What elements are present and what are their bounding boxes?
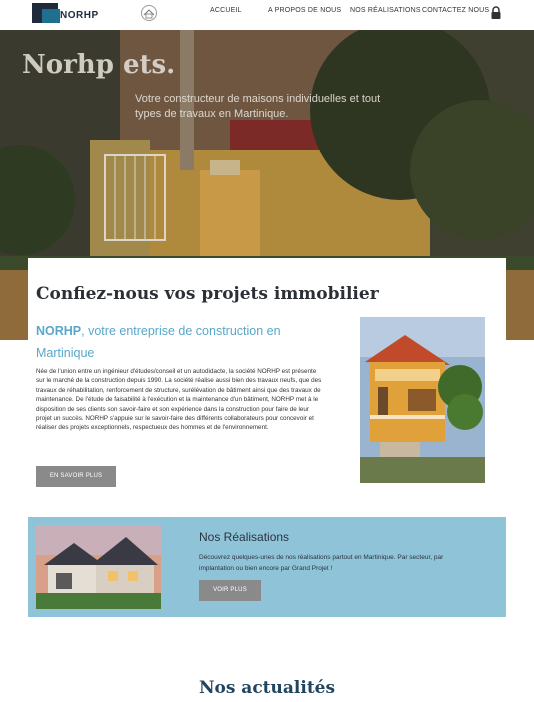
learn-more-button[interactable]: EN SAVOIR PLUS [36,466,116,487]
realisations-title: Nos Réalisations [199,530,290,544]
hero-title: Norhp ets. [22,50,176,80]
logo[interactable]: NORHP [32,3,116,25]
site-header: NORHP ACCUEIL A PROPOS DE NOUS NOS RÉALI… [0,0,534,30]
lock-icon[interactable] [490,6,502,19]
intro-paragraph: Née de l'union entre un ingénieur d'étud… [36,368,322,432]
nav-accueil[interactable]: ACCUEIL [210,7,242,14]
intro-card: Confiez-nous vos projets immobilier NORH… [28,258,506,498]
intro-heading: Confiez-nous vos projets immobilier [36,284,379,304]
brand-name: NORHP [36,324,82,338]
nav-a-propos[interactable]: A PROPOS DE NOUS [268,7,341,14]
logo-mark-accent [42,9,60,23]
nav-realisations[interactable]: NOS RÉALISATIONS [350,7,421,14]
realisations-band: Nos Réalisations Découvrez quelques-unes… [28,517,506,617]
hero-subtitle: Votre constructeur de maisons individuel… [135,93,381,120]
intro-tagline: NORHP, votre entreprise de construction … [36,320,326,364]
emblem-icon [141,5,157,21]
realisations-text: Découvrez quelques-unes de nos réalisati… [199,554,444,572]
logo-text: NORHP [60,10,99,21]
house-photo [360,317,485,483]
news-title: Nos actualités [198,678,336,698]
realisation-photo [36,525,161,609]
see-more-button[interactable]: VOIR PLUS [199,580,261,601]
nav-contact[interactable]: CONTACTEZ NOUS [422,7,489,14]
